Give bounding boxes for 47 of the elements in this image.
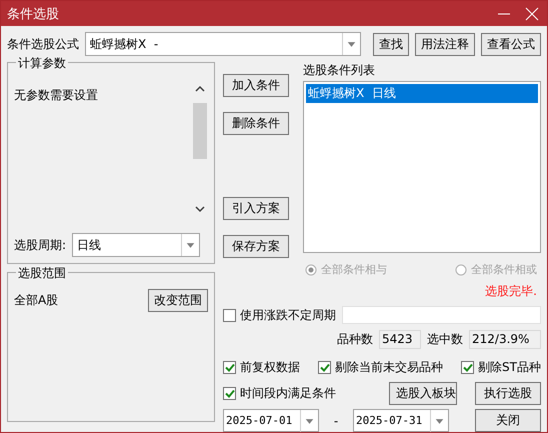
checkbox-label: 剔除当前未交易品种 xyxy=(335,359,444,376)
count-value: 212/3.9% xyxy=(469,330,541,349)
action-button[interactable]: 执行选股 xyxy=(475,382,541,405)
date-separator: - xyxy=(332,414,340,428)
condition-button[interactable]: 删除条件 xyxy=(223,112,289,135)
scroll-down-icon[interactable] xyxy=(195,205,205,213)
checkbox-label: 时间段内满足条件 xyxy=(240,385,336,402)
formula-combo[interactable]: 蚯蜉撼树X - xyxy=(85,32,361,56)
checkbox-label: 剔除ST品种 xyxy=(478,359,541,376)
close-icon[interactable] xyxy=(525,6,539,20)
scrollbar-thumb[interactable] xyxy=(193,103,207,159)
group-title: 选股范围 xyxy=(16,265,68,282)
period-label: 选股周期: xyxy=(14,236,66,254)
start-date-field[interactable]: 2025-07-01 xyxy=(223,409,319,432)
period-input-field[interactable] xyxy=(342,306,541,324)
change-scope-button[interactable]: 改变范围 xyxy=(148,289,208,312)
checkbox[interactable] xyxy=(223,387,236,400)
checkbox-label: 前复权数据 xyxy=(240,359,300,376)
checkbox[interactable] xyxy=(223,308,236,322)
toolbar-button[interactable]: 查看公式 xyxy=(481,32,541,56)
scope-value: 全部A股 xyxy=(14,292,58,309)
radio-label: 全部条件相或 xyxy=(471,262,537,277)
toolbar-button[interactable]: 查找 xyxy=(373,32,409,56)
checkbox[interactable] xyxy=(461,361,474,374)
count-label: 品种数 xyxy=(337,331,373,348)
status-text: 选股完毕. xyxy=(485,283,537,300)
condition-button[interactable]: 加入条件 xyxy=(223,74,289,97)
end-date-field[interactable]: 2025-07-31 xyxy=(353,409,449,432)
scroll-up-icon[interactable] xyxy=(195,85,205,93)
close-button[interactable]: 关闭 xyxy=(475,409,541,432)
checkbox-label: 使用涨跌不定周期 xyxy=(240,306,336,324)
list-title: 选股条件列表 xyxy=(303,62,376,79)
count-value: 5423 xyxy=(379,330,421,349)
group-title: 计算参数 xyxy=(16,55,68,72)
checkbox[interactable] xyxy=(223,361,236,374)
period-combo[interactable]: 日线 xyxy=(72,233,200,257)
params-message: 无参数需要设置 xyxy=(14,87,99,104)
plan-button[interactable]: 保存方案 xyxy=(223,235,289,258)
action-button[interactable]: 选股入板块 xyxy=(389,382,457,405)
formula-label: 条件选股公式 xyxy=(7,36,79,52)
count-label: 选中数 xyxy=(427,331,463,348)
plan-button[interactable]: 引入方案 xyxy=(223,197,289,220)
condition-item[interactable]: 蚯蜉撼树X 日线 xyxy=(306,84,538,103)
checkbox[interactable] xyxy=(318,361,332,374)
toolbar-button[interactable]: 用法注释 xyxy=(415,32,475,56)
radio-label: 全部条件相与 xyxy=(321,262,387,277)
window-title: 条件选股 xyxy=(7,6,60,22)
